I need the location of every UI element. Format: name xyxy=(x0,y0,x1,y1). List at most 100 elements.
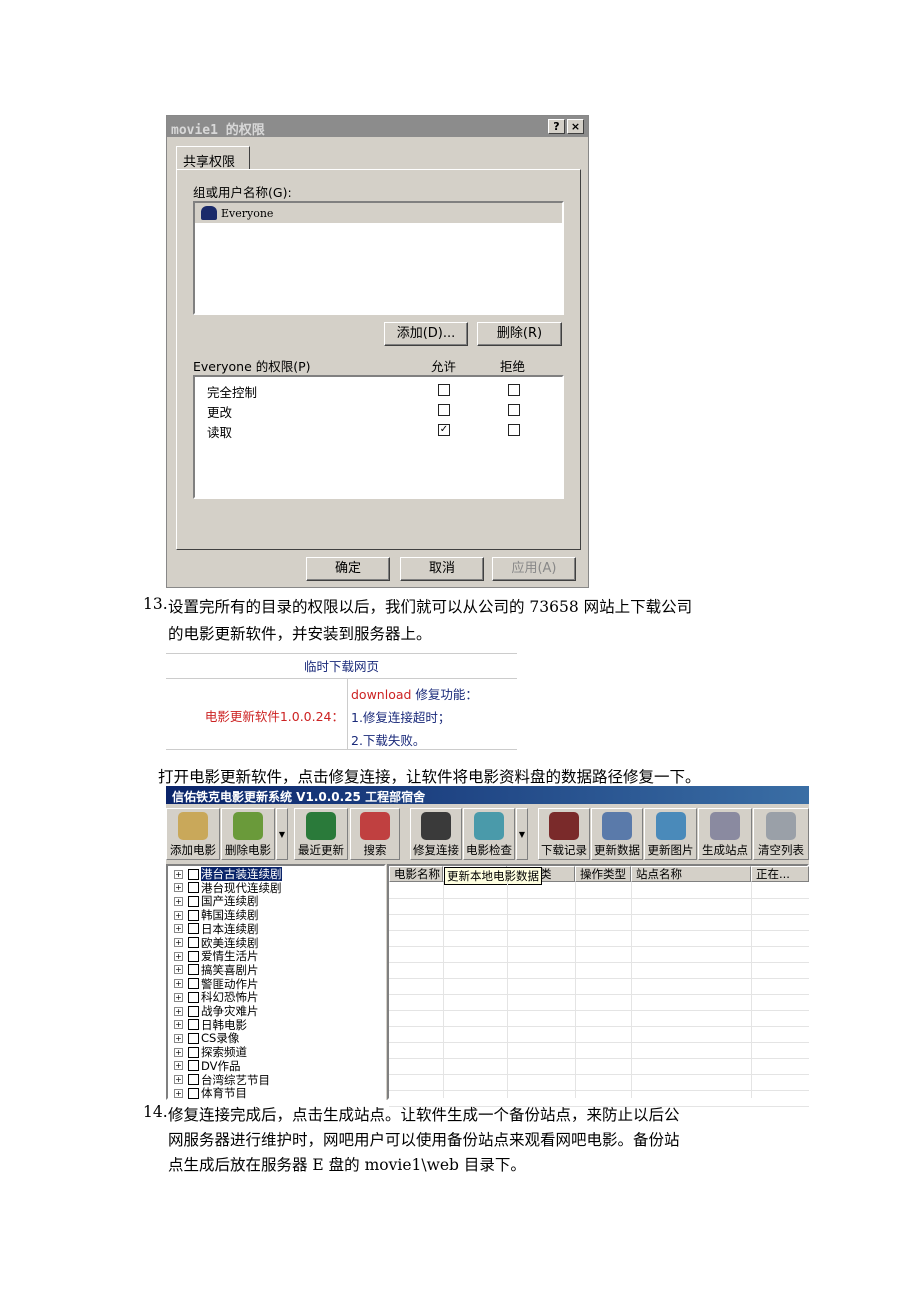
delete-movie-button[interactable]: 删除电影 xyxy=(221,808,275,860)
tree-item[interactable]: + 体育节目 xyxy=(174,1086,247,1100)
tree-item[interactable]: + 港台古装连续剧 xyxy=(174,867,282,881)
generate-site-button[interactable]: 生成站点 xyxy=(698,808,752,860)
grid-row xyxy=(389,962,809,963)
close-button[interactable]: × xyxy=(567,119,584,134)
list-item-everyone[interactable]: Everyone xyxy=(195,203,562,223)
category-checkbox[interactable] xyxy=(188,868,199,880)
update-images-button[interactable]: 更新图片 xyxy=(644,808,697,860)
expand-icon[interactable]: + xyxy=(174,1006,183,1016)
deny-full-control-checkbox[interactable] xyxy=(508,384,520,396)
expand-icon[interactable]: + xyxy=(174,1075,183,1084)
step-14-number: 14. xyxy=(143,1103,168,1121)
tree-item[interactable]: + 台湾综艺节目 xyxy=(174,1073,270,1087)
cancel-button[interactable]: 取消 xyxy=(400,557,484,581)
search-button[interactable]: 搜索 xyxy=(350,808,400,860)
tree-item[interactable]: + 战争灾难片 xyxy=(174,1004,259,1018)
category-label: 体育节目 xyxy=(201,1086,247,1101)
expand-icon[interactable]: + xyxy=(174,1047,183,1057)
image-icon xyxy=(655,812,686,840)
category-checkbox[interactable] xyxy=(188,978,199,990)
tree-item[interactable]: + 国产连续剧 xyxy=(174,894,259,908)
category-checkbox[interactable] xyxy=(188,964,199,976)
recent-updates-button[interactable]: 最近更新 xyxy=(294,808,348,860)
add-button[interactable]: 添加(D)... xyxy=(384,322,468,346)
expand-icon[interactable]: + xyxy=(174,1061,183,1071)
tree-item[interactable]: + 警匪动作片 xyxy=(174,977,259,991)
expand-icon[interactable]: + xyxy=(174,910,183,920)
repair-connection-button[interactable]: 修复连接 xyxy=(410,808,462,860)
tree-item[interactable]: + 科幻恐怖片 xyxy=(174,990,259,1004)
check-dropdown[interactable]: ▼ xyxy=(516,808,528,860)
expand-icon[interactable]: + xyxy=(174,1020,183,1030)
expand-icon[interactable]: + xyxy=(174,869,183,879)
category-label: 国产连续剧 xyxy=(201,894,259,909)
add-movie-button[interactable]: 添加电影 xyxy=(166,808,220,860)
check-icon xyxy=(474,812,504,840)
expand-icon[interactable]: + xyxy=(174,924,183,934)
tab-share-permissions[interactable]: 共享权限 xyxy=(176,146,250,170)
allow-change-checkbox[interactable] xyxy=(438,404,450,416)
expand-icon[interactable]: + xyxy=(174,992,183,1002)
tree-item[interactable]: + 港台现代连续剧 xyxy=(174,881,282,895)
tree-item[interactable]: + 欧美连续剧 xyxy=(174,936,259,950)
apply-button[interactable]: 应用(A) xyxy=(492,557,576,581)
col-status[interactable]: 正在... xyxy=(751,866,809,882)
tree-item[interactable]: + 日本连续剧 xyxy=(174,922,259,936)
expand-icon[interactable]: + xyxy=(174,979,183,989)
expand-icon[interactable]: + xyxy=(174,883,183,893)
tree-item[interactable]: + 韩国连续剧 xyxy=(174,908,259,922)
help-button[interactable]: ? xyxy=(548,119,565,134)
category-checkbox[interactable] xyxy=(188,895,199,907)
category-checkbox[interactable] xyxy=(188,1032,199,1044)
movie-list[interactable]: 电影名称 类 操作类型 站点名称 正在... 更新本地电影数据 xyxy=(387,864,809,1107)
category-checkbox[interactable] xyxy=(188,950,199,962)
col-operation-type[interactable]: 操作类型 xyxy=(575,866,631,882)
tree-item[interactable]: + 爱情生活片 xyxy=(174,949,259,963)
deny-read-checkbox[interactable] xyxy=(508,424,520,436)
category-checkbox[interactable] xyxy=(188,1074,199,1085)
step-14-line1: 修复连接完成后，点击生成站点。让软件生成一个备份站点，来防止以后公 xyxy=(168,1106,680,1124)
tree-item[interactable]: + CS录像 xyxy=(174,1031,239,1045)
category-checkbox[interactable] xyxy=(188,923,199,935)
tree-item[interactable]: + 探索频道 xyxy=(174,1045,247,1059)
fix-item-2: 2.下载失败。 xyxy=(351,733,426,748)
tree-item[interactable]: + 搞笑喜剧片 xyxy=(174,963,259,977)
category-checkbox[interactable] xyxy=(188,1087,199,1099)
delete-dropdown[interactable]: ▼ xyxy=(276,808,288,860)
category-checkbox[interactable] xyxy=(188,1046,199,1058)
download-log-button[interactable]: 下载记录 xyxy=(538,808,590,860)
category-checkbox[interactable] xyxy=(188,1005,199,1017)
expand-icon[interactable]: + xyxy=(174,938,183,947)
expand-icon[interactable]: + xyxy=(174,951,183,961)
clear-list-button[interactable]: 清空列表 xyxy=(753,808,809,860)
category-checkbox[interactable] xyxy=(188,909,199,921)
category-checkbox[interactable] xyxy=(188,882,199,894)
tree-item[interactable]: + DV作品 xyxy=(174,1059,241,1073)
category-label: 港台古装连续剧 xyxy=(201,867,282,881)
col-movie-name[interactable]: 电影名称 xyxy=(389,866,443,882)
col-site-name[interactable]: 站点名称 xyxy=(631,866,751,882)
allow-full-control-checkbox[interactable] xyxy=(438,384,450,396)
remove-button[interactable]: 删除(R) xyxy=(477,322,562,346)
category-checkbox[interactable] xyxy=(188,1060,199,1072)
allow-read-checkbox[interactable]: ✓ xyxy=(438,424,450,436)
update-data-button[interactable]: 更新数据 xyxy=(591,808,643,860)
software-version-label[interactable]: 电影更新软件1.0.0.24： xyxy=(166,706,344,725)
category-checkbox[interactable] xyxy=(188,1019,199,1031)
search-icon xyxy=(360,812,390,840)
tree-item[interactable]: + 日韩电影 xyxy=(174,1018,247,1032)
user-listbox[interactable]: Everyone xyxy=(193,201,564,315)
expand-icon[interactable]: + xyxy=(174,896,183,906)
category-label: 爱情生活片 xyxy=(201,949,259,964)
grid-row xyxy=(389,1010,809,1011)
download-link[interactable]: download xyxy=(351,687,411,702)
expand-icon[interactable]: + xyxy=(174,1033,183,1043)
movie-check-button[interactable]: 电影检查 xyxy=(463,808,515,860)
deny-change-checkbox[interactable] xyxy=(508,404,520,416)
category-checkbox[interactable] xyxy=(188,937,199,948)
expand-icon[interactable]: + xyxy=(174,965,183,975)
category-checkbox[interactable] xyxy=(188,991,199,1003)
ok-button[interactable]: 确定 xyxy=(306,557,390,581)
category-tree[interactable]: + 港台古装连续剧 + 港台现代连续剧 + 国产连续剧 + 韩国连续剧 + 日本连续剧 + 欧美连续剧… xyxy=(166,864,386,1100)
expand-icon[interactable]: + xyxy=(174,1088,183,1098)
